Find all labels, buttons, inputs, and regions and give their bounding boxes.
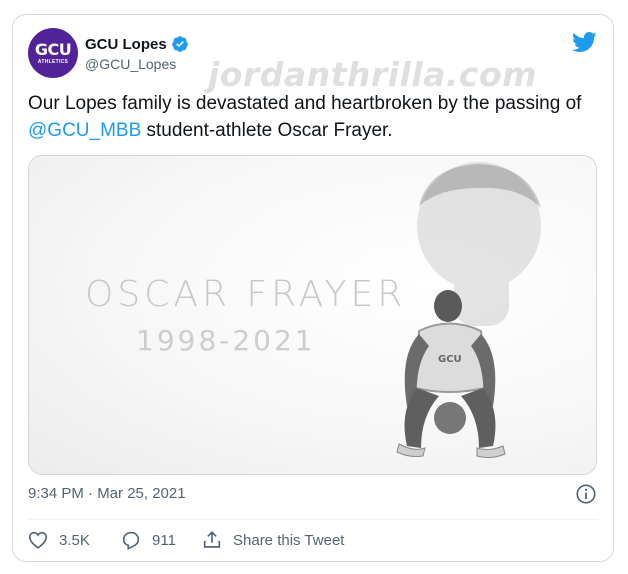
share-label: Share this Tweet <box>233 531 345 549</box>
display-name[interactable]: GCU Lopes <box>85 36 167 53</box>
reply-count: 911 <box>152 531 176 549</box>
avatar-logo-text: GCU <box>34 39 72 59</box>
tweet-text: Our Lopes family is devastated and heart… <box>28 90 588 144</box>
jersey-text: GCU <box>438 354 462 365</box>
info-icon[interactable] <box>575 483 597 505</box>
like-count: 3.5K <box>59 531 90 549</box>
avatar-logo-subtext: ATHLETICS <box>37 58 69 65</box>
tweet-text-after: student-athlete Oscar Frayer. <box>141 120 393 141</box>
twitter-bird-icon[interactable] <box>571 29 597 55</box>
display-name-row[interactable]: GCU Lopes <box>85 35 189 53</box>
verified-icon <box>171 36 188 52</box>
memorial-years: 1998-2021 <box>136 324 316 357</box>
like-button[interactable]: 3.5K <box>27 529 90 551</box>
timestamp[interactable]: 9:34 PM · Mar 25, 2021 <box>28 485 186 502</box>
player-portrait: GCU <box>396 162 541 459</box>
handle[interactable]: @GCU_Lopes <box>85 56 176 72</box>
share-icon <box>203 531 221 548</box>
watermark: jordanthrilla.com <box>208 55 538 94</box>
mention-link[interactable]: @GCU_MBB <box>28 120 141 141</box>
reply-icon <box>122 531 140 551</box>
reply-button[interactable]: 911 <box>120 529 176 551</box>
avatar[interactable]: GCU ATHLETICS <box>28 28 78 78</box>
tweet-card: GCU ATHLETICS GCU Lopes @GCU_Lopes jorda… <box>12 14 614 562</box>
heart-icon <box>28 531 48 549</box>
tweet-image[interactable]: OSCAR FRAYER 1998-2021 GCU <box>28 155 597 475</box>
divider <box>28 519 598 520</box>
share-button[interactable]: Share this Tweet <box>201 529 344 551</box>
tweet-text-before: Our Lopes family is devastated and heart… <box>28 93 582 114</box>
